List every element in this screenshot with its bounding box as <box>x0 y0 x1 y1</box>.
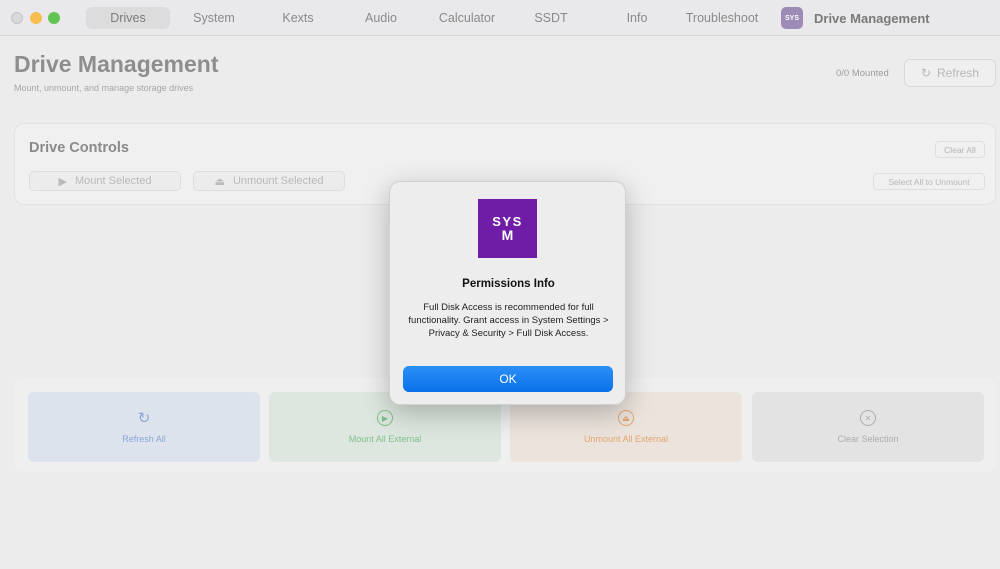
x-circle-icon: ✕ <box>860 410 876 426</box>
tab-ssdt[interactable]: SSDT <box>510 7 592 29</box>
eject-icon: ⏏ <box>214 175 225 188</box>
tab-kexts[interactable]: Kexts <box>258 7 338 29</box>
tab-audio[interactable]: Audio <box>338 7 424 29</box>
dialog-message: Full Disk Access is recommended for full… <box>408 302 609 339</box>
eject-circle-icon: ⏏ <box>618 410 634 426</box>
page-subtitle: Mount, unmount, and manage storage drive… <box>14 83 194 93</box>
clear-all-button[interactable]: Clear All <box>935 141 985 158</box>
tab-troubleshoot[interactable]: Troubleshoot <box>682 7 762 29</box>
refresh-button[interactable]: ↻ Refresh <box>904 59 996 87</box>
tab-system[interactable]: System <box>170 7 258 29</box>
refresh-icon: ↻ <box>137 410 151 427</box>
permissions-dialog: SYS M Permissions Info Full Disk Access … <box>389 181 626 405</box>
play-circle-icon: ▶ <box>377 410 393 426</box>
refresh-all-label: Refresh All <box>122 434 166 444</box>
mounted-count: 0/0 Mounted <box>836 68 889 79</box>
refresh-all-card[interactable]: ↻ Refresh All <box>28 392 260 462</box>
minimize-window-button[interactable] <box>30 12 42 24</box>
sys-logo-icon: SYS M <box>478 199 537 258</box>
page-title: Drive Management <box>14 51 219 77</box>
mount-selected-button[interactable]: ▶ Mount Selected <box>29 171 181 191</box>
close-window-button[interactable] <box>11 12 23 24</box>
tab-drives[interactable]: Drives <box>86 7 170 29</box>
ok-button[interactable]: OK <box>403 366 613 392</box>
app-title: Drive Management <box>814 11 930 26</box>
app-logo-icon: SYS <box>781 7 803 29</box>
dialog-title: Permissions Info <box>462 278 555 290</box>
clear-selection-label: Clear Selection <box>837 434 899 444</box>
mount-selected-label: Mount Selected <box>75 175 152 187</box>
refresh-icon: ↻ <box>920 66 932 80</box>
unmount-selected-label: Unmount Selected <box>232 175 324 187</box>
clear-selection-card[interactable]: ✕ Clear Selection <box>752 392 984 462</box>
unmount-selected-button[interactable]: ⏏ Unmount Selected <box>193 171 345 191</box>
logo-mark-icon: M <box>501 227 514 243</box>
play-icon: ▶ <box>58 175 68 188</box>
tab-bar: Drives System Kexts Audio Calculator SSD… <box>86 7 762 29</box>
mount-all-external-label: Mount All External <box>348 434 422 444</box>
drive-controls-title: Drive Controls <box>29 140 129 156</box>
select-all-to-unmount-button[interactable]: Select All to Unmount <box>873 173 985 190</box>
unmount-all-external-label: Unmount All External <box>583 434 669 444</box>
refresh-button-label: Refresh <box>937 66 980 80</box>
title-bar: Drives System Kexts Audio Calculator SSD… <box>0 0 1000 36</box>
tab-calculator[interactable]: Calculator <box>424 7 510 29</box>
tab-info[interactable]: Info <box>592 7 682 29</box>
zoom-window-button[interactable] <box>48 12 60 24</box>
